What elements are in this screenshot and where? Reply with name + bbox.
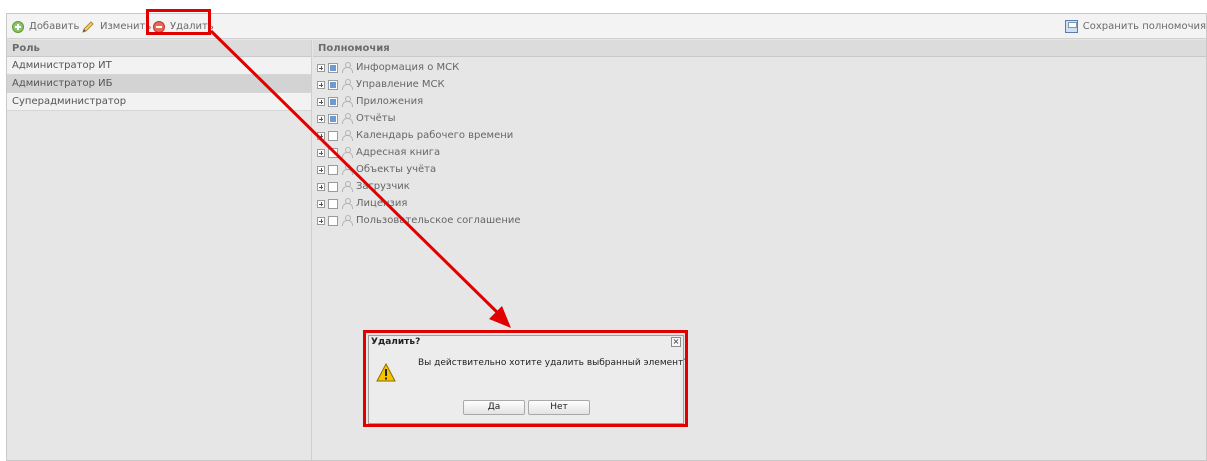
pencil-icon [82, 20, 94, 33]
dialog-title-bar: Удалить? × [369, 336, 683, 350]
perm-item[interactable]: Приложения [317, 93, 1206, 110]
permission-checkbox[interactable] [328, 62, 338, 73]
yes-button[interactable]: Да [463, 400, 525, 415]
user-group-icon [341, 130, 353, 141]
user-group-icon [341, 113, 353, 124]
expand-icon[interactable] [317, 131, 325, 140]
role-row-superadmin[interactable]: Суперадминистратор [7, 93, 311, 111]
expand-icon[interactable] [317, 114, 325, 123]
expand-icon[interactable] [317, 216, 325, 225]
permission-checkbox[interactable] [328, 130, 338, 141]
delete-button[interactable]: Удалить [153, 19, 214, 34]
expand-icon[interactable] [317, 63, 325, 72]
expand-icon[interactable] [317, 165, 325, 174]
perm-label: Приложения [356, 96, 424, 107]
user-group-icon [341, 164, 353, 175]
perm-item[interactable]: Лицензия [317, 195, 1206, 212]
edit-button-label: Изменить [100, 21, 152, 32]
user-group-icon [341, 96, 353, 107]
perm-label: Лицензия [356, 198, 408, 209]
perm-item[interactable]: Объекты учёта [317, 161, 1206, 178]
permission-checkbox[interactable] [328, 113, 338, 124]
perm-label: Календарь рабочего времени [356, 130, 514, 141]
dialog-title: Удалить? [371, 337, 421, 347]
perm-item[interactable]: Загрузчик [317, 178, 1206, 195]
user-group-icon [341, 147, 353, 158]
delete-circle-icon [153, 20, 165, 33]
roles-panel: Роль Администратор ИТ Администратор ИБ С… [7, 40, 312, 460]
floppy-disk-icon [1064, 20, 1078, 33]
expand-icon[interactable] [317, 199, 325, 208]
permissions-tree: Информация о МСК Управление МСК Приложен… [313, 57, 1206, 229]
permission-checkbox[interactable] [328, 96, 338, 107]
perm-label: Отчёты [356, 113, 396, 124]
perm-label: Пользовательское соглашение [356, 215, 521, 226]
expand-icon[interactable] [317, 148, 325, 157]
permission-checkbox[interactable] [328, 79, 338, 90]
permission-checkbox[interactable] [328, 215, 338, 226]
user-group-icon [341, 215, 353, 226]
perm-item[interactable]: Календарь рабочего времени [317, 127, 1206, 144]
perm-label: Адресная книга [356, 147, 441, 158]
delete-button-label: Удалить [170, 21, 214, 32]
dialog-message: Вы действительно хотите удалить выбранны… [418, 358, 689, 368]
user-group-icon [341, 79, 353, 90]
user-group-icon [341, 62, 353, 73]
expand-icon[interactable] [317, 182, 325, 191]
warning-icon [376, 363, 396, 382]
permission-checkbox[interactable] [328, 147, 338, 158]
perm-item[interactable]: Пользовательское соглашение [317, 212, 1206, 229]
user-group-icon [341, 181, 353, 192]
roles-header: Роль [7, 40, 311, 57]
role-row-it-admin[interactable]: Администратор ИТ [7, 57, 311, 75]
perm-item[interactable]: Отчёты [317, 110, 1206, 127]
add-button-label: Добавить [29, 21, 80, 32]
perm-label: Информация о МСК [356, 62, 460, 73]
role-row-ib-admin[interactable]: Администратор ИБ [7, 75, 311, 93]
perm-item[interactable]: Информация о МСК [317, 59, 1206, 76]
permission-checkbox[interactable] [328, 198, 338, 209]
save-permissions-label: Сохранить полномочия [1082, 21, 1206, 32]
close-icon[interactable]: × [671, 337, 681, 347]
permission-checkbox[interactable] [328, 181, 338, 192]
user-group-icon [341, 198, 353, 209]
edit-button[interactable]: Изменить [81, 19, 151, 34]
perm-label: Объекты учёта [356, 164, 437, 175]
perm-label: Управление МСК [356, 79, 445, 90]
permission-checkbox[interactable] [328, 164, 338, 175]
role-label: Администратор ИТ [12, 60, 112, 71]
toolbar: Добавить Изменить Удалить Сохранить полн… [7, 14, 1206, 39]
perm-item[interactable]: Адресная книга [317, 144, 1206, 161]
perm-item[interactable]: Управление МСК [317, 76, 1206, 93]
expand-icon[interactable] [317, 97, 325, 106]
no-button[interactable]: Нет [528, 400, 590, 415]
add-button[interactable]: Добавить [12, 19, 79, 34]
perm-label: Загрузчик [356, 181, 410, 192]
add-circle-icon [12, 20, 24, 33]
permissions-header: Полномочия [313, 40, 1206, 57]
role-label: Администратор ИБ [12, 78, 113, 89]
role-label: Суперадминистратор [12, 96, 127, 107]
save-permissions-button[interactable]: Сохранить полномочия [1064, 19, 1206, 34]
delete-confirm-dialog: Удалить? × Вы действительно хотите удали… [368, 335, 688, 424]
expand-icon[interactable] [317, 80, 325, 89]
